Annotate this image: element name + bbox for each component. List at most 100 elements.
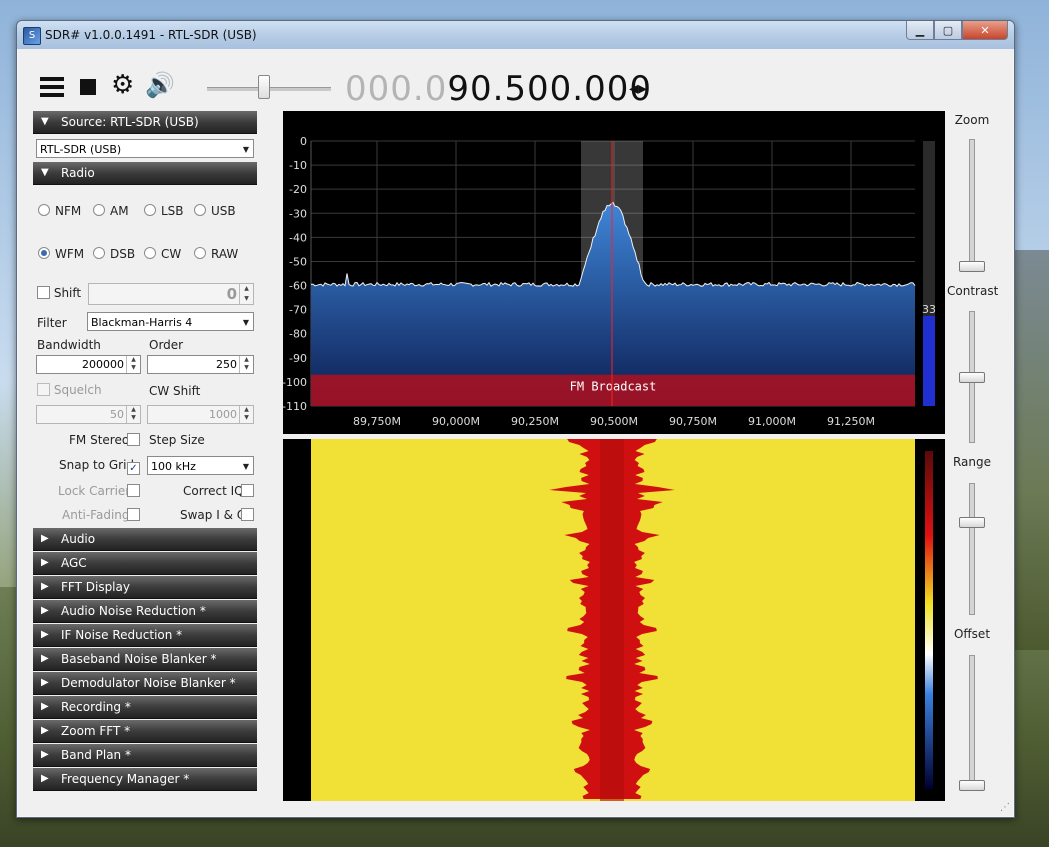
mode-radio-raw[interactable]: RAW xyxy=(194,247,238,261)
resize-grip-icon[interactable]: ⋰ xyxy=(1000,802,1010,813)
filter-value: Blackman-Harris 4 xyxy=(91,316,193,329)
anti-fading-checkbox[interactable] xyxy=(127,508,140,522)
y-tick-label: -30 xyxy=(289,207,307,220)
expand-arrow-icon: ▶ xyxy=(41,557,49,568)
waterfall-svg[interactable] xyxy=(283,439,945,801)
spinner-arrows-icon[interactable]: ▲ ▼ xyxy=(239,356,253,373)
y-tick-label: -90 xyxy=(289,352,307,365)
bandwidth-input[interactable]: 200000 ▲ ▼ xyxy=(36,355,141,374)
mode-radio-lsb[interactable]: LSB xyxy=(144,204,184,218)
plugin-header-band-plan[interactable]: ▶ Band Plan * xyxy=(33,744,257,767)
title-bar[interactable]: S SDR# v1.0.0.1491 - RTL-SDR (USB) ▁ ▢ ✕ xyxy=(17,21,1014,49)
y-tick-label: -100 xyxy=(283,376,307,389)
radio-dot[interactable] xyxy=(38,247,50,259)
radio-section-header[interactable]: ▼ Radio xyxy=(33,162,257,185)
radio-dot[interactable] xyxy=(93,204,105,216)
shift-input[interactable]: 0 ▲ ▼ xyxy=(88,283,254,305)
filter-label: Filter xyxy=(37,316,67,330)
mode-radio-nfm[interactable]: NFM xyxy=(38,204,81,218)
stop-icon[interactable] xyxy=(80,79,96,95)
bandwidth-value: 200000 xyxy=(82,358,124,371)
gear-icon[interactable]: ⚙ xyxy=(111,72,134,98)
plugin-header-agc[interactable]: ▶ AGC xyxy=(33,552,257,575)
radio-dot[interactable] xyxy=(38,204,50,216)
squelch-checkbox[interactable]: Squelch xyxy=(37,383,102,397)
spinner-arrows-icon[interactable]: ▲ ▼ xyxy=(126,406,140,423)
step-size-select[interactable]: 100 kHz ▼ xyxy=(147,456,254,475)
fm-stereo-checkbox[interactable] xyxy=(127,433,140,447)
correct-iq-checkbox[interactable] xyxy=(241,484,254,498)
expand-arrow-icon: ▶ xyxy=(41,701,49,712)
cw-shift-input[interactable]: 1000 ▲ ▼ xyxy=(147,405,254,424)
shift-value: 0 xyxy=(226,285,237,303)
plugin-header-demodulator-noise-blanker[interactable]: ▶ Demodulator Noise Blanker * xyxy=(33,672,257,695)
radio-dot[interactable] xyxy=(194,204,206,216)
offset-slider-thumb[interactable] xyxy=(959,780,985,791)
frequency-display[interactable]: 000.090.500.000 xyxy=(345,69,652,109)
range-slider-track[interactable] xyxy=(969,483,975,615)
radio-dot[interactable] xyxy=(194,247,206,259)
squelch-input[interactable]: 50 ▲ ▼ xyxy=(36,405,141,424)
source-device-select[interactable]: RTL-SDR (USB) ▼ xyxy=(36,139,254,158)
zoom-slider-thumb[interactable] xyxy=(959,261,985,272)
mode-radio-wfm[interactable]: WFM xyxy=(38,247,84,261)
expand-arrow-icon: ▶ xyxy=(41,749,49,760)
order-input[interactable]: 250 ▲ ▼ xyxy=(147,355,254,374)
frequency-step-arrows-icon[interactable]: ◂▸ xyxy=(629,78,647,99)
radio-dot[interactable] xyxy=(144,204,156,216)
range-slider-thumb[interactable] xyxy=(959,517,985,528)
toolbar: ⚙ 🔊 000.090.500.000 ◂▸ xyxy=(35,65,735,109)
radio-header-label: Radio xyxy=(61,166,95,180)
frequency-digits[interactable]: 90.500.000 xyxy=(447,69,652,109)
menu-icon[interactable] xyxy=(40,77,64,101)
close-button[interactable]: ✕ xyxy=(962,21,1008,40)
frequency-leading-digits[interactable]: 000.0 xyxy=(345,69,447,109)
filter-select[interactable]: Blackman-Harris 4 ▼ xyxy=(87,312,254,331)
plugin-header-audio-noise-reduction[interactable]: ▶ Audio Noise Reduction * xyxy=(33,600,257,623)
radio-dot[interactable] xyxy=(93,247,105,259)
speaker-icon[interactable]: 🔊 xyxy=(145,73,175,97)
signal-meter-fill xyxy=(923,316,935,406)
plugin-header-recording[interactable]: ▶ Recording * xyxy=(33,696,257,719)
plugin-header-baseband-noise-blanker[interactable]: ▶ Baseband Noise Blanker * xyxy=(33,648,257,671)
mode-radio-usb[interactable]: USB xyxy=(194,204,236,218)
order-value: 250 xyxy=(216,358,237,371)
snap-to-grid-checkbox[interactable]: ✓ xyxy=(127,458,140,475)
zoom-slider-track[interactable] xyxy=(969,139,975,271)
radio-dot[interactable] xyxy=(144,247,156,259)
spectrum-svg[interactable]: 0 -10 -20 -30 -40 -50 -60 -70 -80 -90 -100 -110 89,7… xyxy=(282,111,945,434)
mode-label: LSB xyxy=(161,204,184,218)
mode-label: WFM xyxy=(55,247,85,261)
plugin-header-frequency-manager[interactable]: ▶ Frequency Manager * xyxy=(33,768,257,791)
x-tick-label: 90,500M xyxy=(590,415,638,428)
expand-arrow-icon: ▶ xyxy=(41,629,49,640)
plugin-header-label: Demodulator Noise Blanker * xyxy=(61,676,236,690)
sdr-app-icon[interactable]: S xyxy=(23,27,41,45)
lock-carrier-checkbox[interactable] xyxy=(127,484,140,498)
spinner-arrows-icon[interactable]: ▲ ▼ xyxy=(239,284,253,304)
contrast-slider-thumb[interactable] xyxy=(959,372,985,383)
spinner-arrows-icon[interactable]: ▲ ▼ xyxy=(239,406,253,423)
maximize-button[interactable]: ▢ xyxy=(934,21,962,40)
shift-checkbox[interactable]: Shift xyxy=(37,286,81,300)
source-section-header[interactable]: ▼ Source: RTL-SDR (USB) xyxy=(33,111,257,134)
bandwidth-label: Bandwidth xyxy=(37,338,101,352)
plugin-header-zoom-fft[interactable]: ▶ Zoom FFT * xyxy=(33,720,257,743)
snap-to-grid-label: Snap to Grid xyxy=(59,458,135,472)
plugin-header-audio[interactable]: ▶ Audio xyxy=(33,528,257,551)
order-label: Order xyxy=(149,338,184,352)
minimize-button[interactable]: ▁ xyxy=(906,21,934,40)
plugin-header-fft-display[interactable]: ▶ FFT Display xyxy=(33,576,257,599)
mode-radio-dsb[interactable]: DSB xyxy=(93,247,135,261)
offset-slider-track[interactable] xyxy=(969,655,975,787)
step-size-label: Step Size xyxy=(149,433,205,447)
plugin-header-if-noise-reduction[interactable]: ▶ IF Noise Reduction * xyxy=(33,624,257,647)
mode-radio-cw[interactable]: CW xyxy=(144,247,181,261)
mode-radio-am[interactable]: AM xyxy=(93,204,129,218)
lock-carrier-label: Lock Carrier xyxy=(58,484,131,498)
volume-slider-thumb[interactable] xyxy=(258,75,271,99)
waterfall-display[interactable] xyxy=(283,439,945,801)
spinner-arrows-icon[interactable]: ▲ ▼ xyxy=(126,356,140,373)
swap-iq-checkbox[interactable] xyxy=(241,508,254,522)
spectrum-analyzer[interactable]: 0 -10 -20 -30 -40 -50 -60 -70 -80 -90 -100 -110 89,7… xyxy=(282,111,945,434)
